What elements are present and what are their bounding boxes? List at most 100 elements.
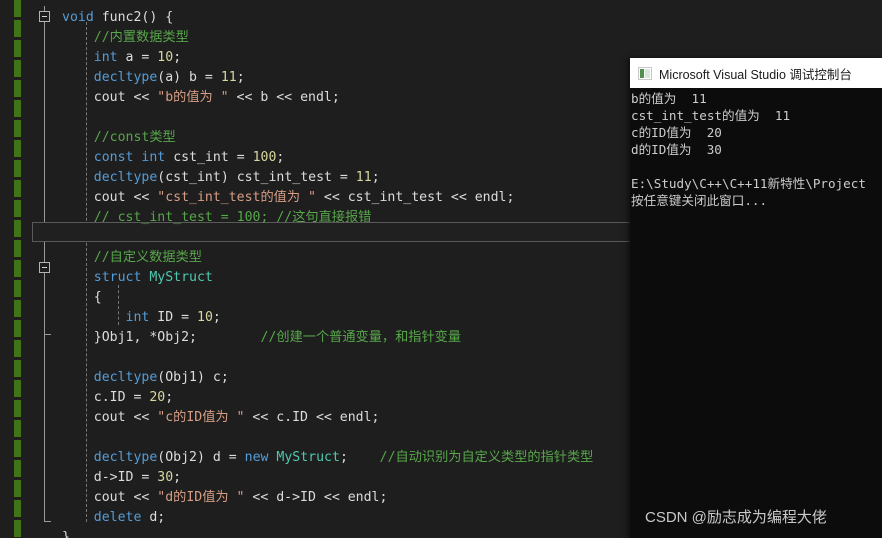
code-token: 10 [157,50,174,65]
code-line[interactable]: { [62,288,102,308]
code-token: cout << [62,190,158,205]
code-token: ; [371,170,380,185]
code-line[interactable]: void func2() { [62,8,173,28]
code-token: cout << [62,410,158,425]
code-line[interactable]: decltype(Obj2) d = new MyStruct; //自动识别为… [62,448,594,468]
code-token: { [62,290,102,305]
code-token: }Obj1, *Obj2; [62,330,253,345]
code-line[interactable]: cout << "c的ID值为 " << c.ID << endl; [62,408,380,428]
code-token: d->ID = [62,470,158,485]
code-token: 20 [149,390,166,405]
code-line[interactable]: //const类型 [62,128,176,148]
code-line[interactable]: d->ID = 30; [62,468,181,488]
code-token: c.ID = [62,390,150,405]
console-output: b的值为 11 cst_int_test的值为 11 c的ID值为 20 d的ID值为… [630,88,882,209]
code-line[interactable]: }Obj1, *Obj2; //创建一个普通变量，和指针变量 [62,328,461,348]
code-line[interactable]: //自定义数据类型 [62,248,202,268]
code-token: (cst_int) cst_int_test = [157,170,356,185]
code-token: << cst_int_test << endl; [315,190,515,205]
code-token: a = [117,50,158,65]
code-token: "c的ID值为 " [157,410,245,425]
screenshot-root: void func2() { //内置数据类型 int a = 10; decl… [0,0,882,538]
code-token: 30 [157,470,174,485]
code-token: cst_int = [165,150,253,165]
code-line[interactable]: cout << "d的ID值为 " << d->ID << endl; [62,488,388,508]
console-line: b的值为 11 [631,91,707,106]
code-token: //自动识别为自定义类型的指针类型 [371,450,594,465]
code-token: "d的ID值为 " [157,490,245,505]
code-token: MyStruct [276,450,340,465]
code-token: const [93,150,134,165]
code-token: () { [141,10,174,25]
code-token: //创建一个普通变量，和指针变量 [252,330,462,345]
code-token: << c.ID << endl; [244,410,380,425]
code-token: //内置数据类型 [62,30,189,45]
code-line[interactable]: decltype(cst_int) cst_int_test = 11; [62,168,380,188]
code-token: "b的值为 " [157,90,229,105]
code-token: ; [165,390,174,405]
code-token: // cst_int_test = 100; //这句直接报错 [62,210,372,225]
code-token: ; [276,150,285,165]
code-token: ; [173,50,182,65]
code-token: << d->ID << endl; [244,490,388,505]
code-token: 11 [220,70,237,85]
code-token: (Obj2) d = [157,450,245,465]
console-line: E:\Study\C++\C++11新特性\Project [631,176,866,191]
code-token: ; [212,310,221,325]
code-token: } [62,530,70,538]
code-line[interactable]: int a = 10; [62,48,181,68]
code-token: new [244,450,269,465]
code-line[interactable]: decltype(a) b = 11; [62,68,245,88]
code-token: int [93,50,118,65]
code-line[interactable]: struct MyStruct [62,268,213,288]
watermark-text: CSDN @励志成为编程大佬 [645,509,827,526]
console-window-title: Microsoft Visual Studio 调试控制台 [659,67,852,82]
code-line[interactable]: cout << "cst_int_test的值为 " << cst_int_te… [62,188,515,208]
code-token: d; [141,510,166,525]
console-line: 按任意键关闭此窗口... [631,193,768,208]
code-token: //自定义数据类型 [62,250,202,265]
code-token: ; [339,450,372,465]
console-titlebar[interactable]: Microsoft Visual Studio 调试控制台 [630,58,882,88]
console-line: cst_int_test的值为 11 [631,108,791,123]
code-line[interactable]: } [62,528,70,538]
code-token: struct [93,270,142,285]
debug-console-window[interactable]: Microsoft Visual Studio 调试控制台 b的值为 11 cst… [630,58,882,538]
code-token: func2 [101,10,142,25]
code-token: (a) b = [157,70,221,85]
code-line[interactable]: decltype(Obj1) c; [62,368,229,388]
code-token: (Obj1) c; [157,370,229,385]
code-token: 100 [252,150,277,165]
code-token: //const类型 [62,130,176,145]
code-line[interactable]: //内置数据类型 [62,28,189,48]
code-token: decltype [93,370,158,385]
code-line[interactable]: delete d; [62,508,165,528]
code-token: void [62,10,102,25]
code-token: decltype [93,70,158,85]
code-token: 11 [355,170,372,185]
code-line[interactable]: cout << "b的值为 " << b << endl; [62,88,340,108]
code-token: "cst_int_test的值为 " [157,190,316,205]
code-token: cout << [62,490,158,505]
code-token: cout << [62,90,158,105]
code-token: delete [93,510,142,525]
code-line[interactable]: c.ID = 20; [62,388,173,408]
code-token: int [125,310,150,325]
code-token: 10 [197,310,213,325]
code-token: int [141,150,166,165]
code-line[interactable]: int ID = 10; [62,308,221,328]
code-line[interactable]: const int cst_int = 100; [62,148,285,168]
code-token: ; [173,470,182,485]
code-line[interactable]: // cst_int_test = 100; //这句直接报错 [62,208,372,228]
console-line: c的ID值为 20 [631,125,722,140]
console-line: d的ID值为 30 [631,142,722,157]
